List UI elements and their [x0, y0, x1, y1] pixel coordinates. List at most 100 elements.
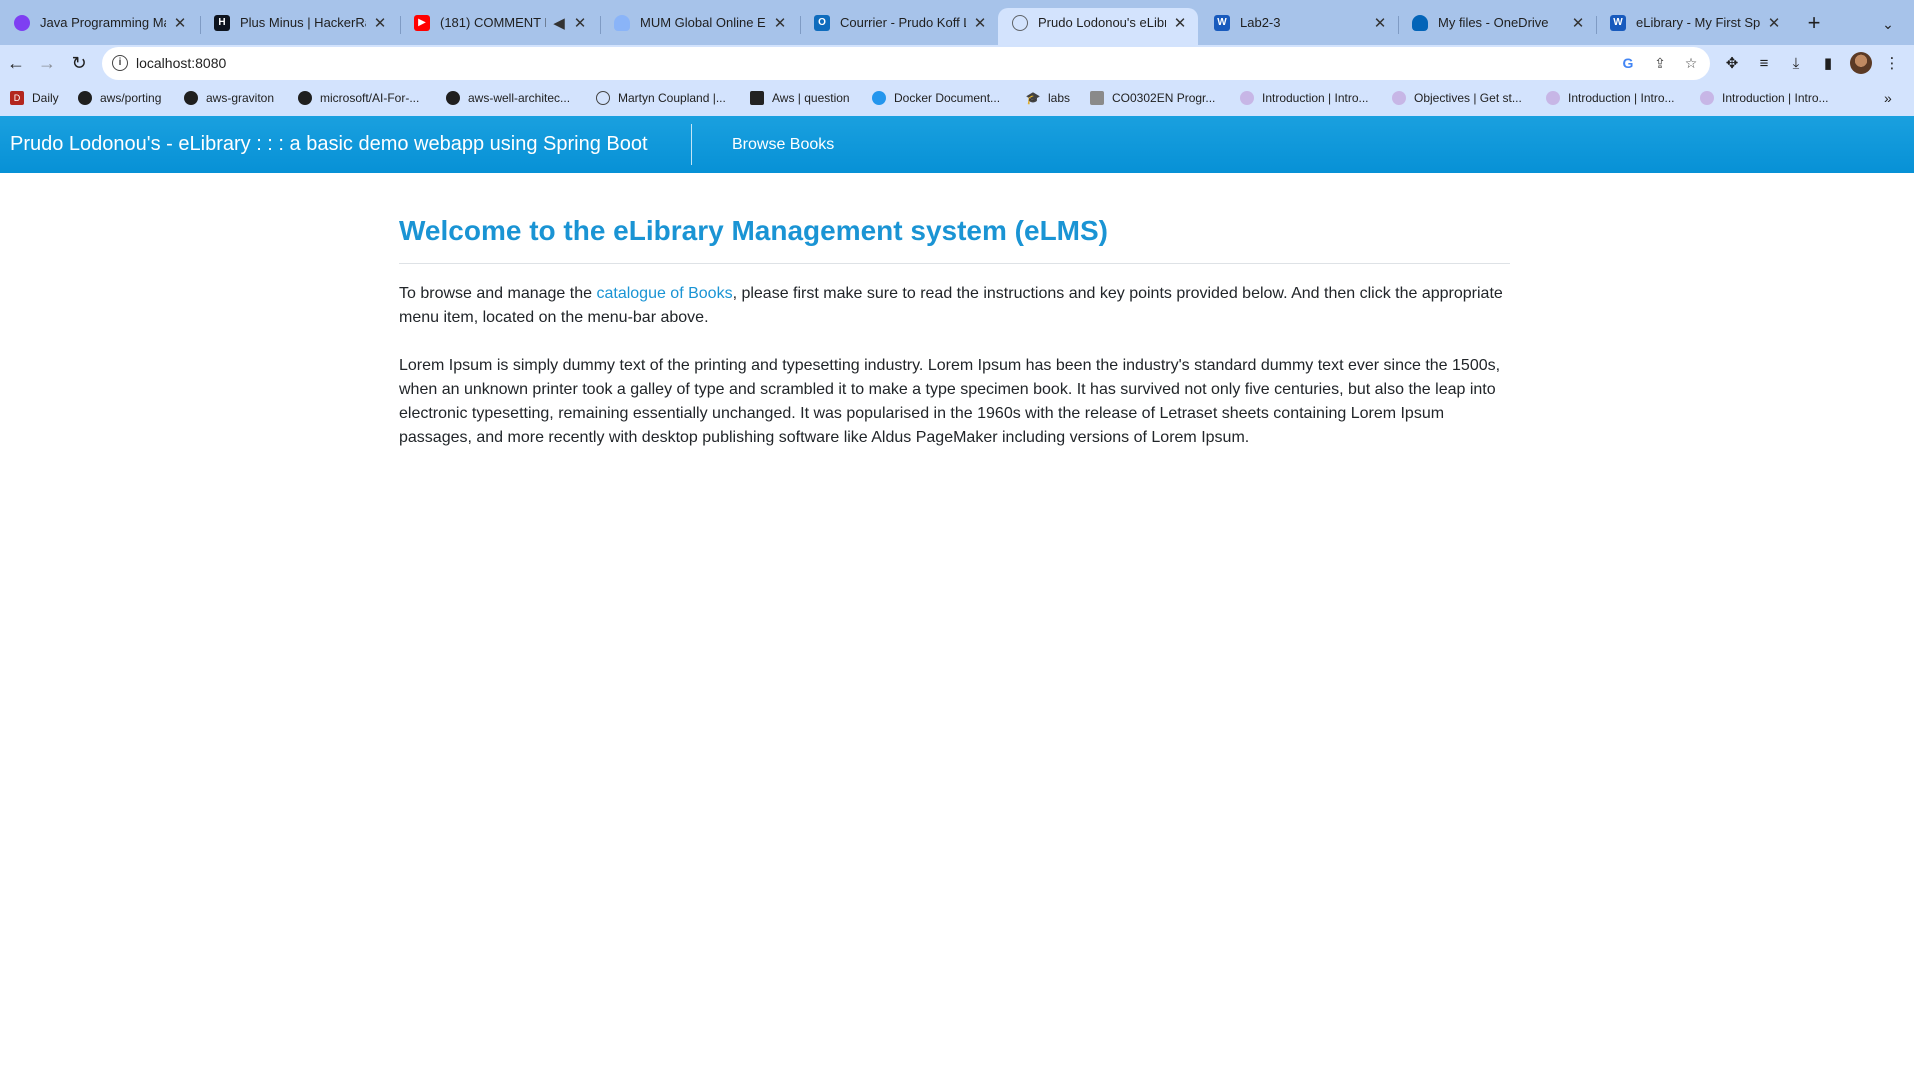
bookmark-label: aws/porting: [100, 91, 162, 105]
tab-title: Java Programming Ma: [40, 15, 166, 30]
site-info-icon[interactable]: i: [112, 55, 128, 71]
bookmark-label: Docker Document...: [894, 91, 1001, 105]
globe-icon: [1012, 14, 1028, 31]
url-text[interactable]: localhost:8080: [136, 55, 226, 71]
side-panel-icon[interactable]: ▮: [1818, 54, 1838, 74]
catalogue-link[interactable]: catalogue of Books: [596, 285, 732, 302]
bookmark-label: microsoft/AI-For-...: [320, 91, 420, 105]
download-icon[interactable]: ⤓: [1786, 54, 1806, 74]
github-icon: [184, 91, 198, 105]
bookmark-item[interactable]: CO0302EN Progr...: [1090, 91, 1215, 105]
close-icon[interactable]: ✕: [1570, 14, 1586, 32]
purple-circle-icon: [14, 14, 30, 31]
bookmark-label: CO0302EN Progr...: [1112, 91, 1216, 105]
onedrive-icon: [1412, 14, 1428, 31]
close-icon[interactable]: ✕: [1766, 14, 1782, 32]
bookmarks-overflow-button[interactable]: »: [1884, 90, 1892, 106]
github-icon: [446, 91, 460, 105]
tab-title: Lab2-3: [1240, 15, 1281, 30]
browser-tab[interactable]: Java Programming Ma ✕: [0, 8, 198, 45]
close-icon[interactable]: ✕: [172, 14, 188, 32]
close-icon[interactable]: ✕: [772, 14, 788, 32]
book-icon: [1090, 91, 1104, 105]
chevron-down-icon[interactable]: ⌄: [1876, 12, 1900, 36]
close-icon[interactable]: ✕: [1172, 14, 1188, 32]
aws-icon: [750, 91, 764, 105]
bookmark-item[interactable]: Introduction | Intro...: [1700, 91, 1829, 105]
brand-link[interactable]: Prudo Lodonou's - eLibrary : : : a basic…: [10, 133, 648, 156]
new-tab-button[interactable]: +: [1800, 10, 1828, 38]
word-icon: W: [1610, 14, 1626, 31]
bookmark-item[interactable]: aws/porting: [78, 91, 161, 105]
bookmark-label: labs: [1048, 91, 1071, 105]
circle-icon: [1240, 91, 1254, 105]
circle-icon: [1392, 91, 1406, 105]
github-icon: [298, 91, 312, 105]
tab-title: (181) COMMENT ÉC: [440, 15, 546, 30]
back-button[interactable]: ←: [2, 49, 30, 77]
browser-tab[interactable]: H Plus Minus | HackerRan ✕: [200, 8, 398, 45]
forward-button[interactable]: →: [33, 49, 61, 77]
avatar[interactable]: [1850, 52, 1872, 74]
main-content: Welcome to the eLibrary Management syste…: [399, 173, 1510, 450]
tab-title: Courrier - Prudo Koff L: [840, 15, 966, 30]
google-icon[interactable]: G: [1619, 54, 1637, 72]
bookmark-item[interactable]: Aws | question: [750, 91, 850, 105]
page-title: Welcome to the eLibrary Management syste…: [399, 215, 1108, 246]
bookmarks-bar: D Daily aws/porting aws-graviton microsof…: [0, 82, 1914, 116]
tab-title: Plus Minus | HackerRan: [240, 15, 366, 30]
bookmark-item[interactable]: microsoft/AI-For-...: [298, 91, 419, 105]
browser-tab[interactable]: My files - OneDrive ✕: [1398, 8, 1596, 45]
bookmark-item[interactable]: aws-well-architec...: [446, 91, 570, 105]
kebab-menu-icon[interactable]: ⋮: [1882, 54, 1902, 74]
browser-tab-active[interactable]: Prudo Lodonou's eLibr ✕: [998, 8, 1198, 45]
tab-title: MUM Global Online Edu: [640, 15, 766, 30]
bookmark-item[interactable]: Introduction | Intro...: [1546, 91, 1675, 105]
outlook-icon: O: [814, 14, 830, 31]
bookmark-label: Introduction | Intro...: [1568, 91, 1675, 105]
bookmark-label: Martyn Coupland |...: [618, 91, 726, 105]
browser-tab[interactable]: O Courrier - Prudo Koff L ✕: [800, 8, 998, 45]
close-icon[interactable]: ✕: [1372, 14, 1388, 32]
browser-tab[interactable]: W eLibrary - My First Spr ✕: [1596, 8, 1792, 45]
tab-title: eLibrary - My First Spr: [1636, 15, 1760, 30]
daily-icon: D: [10, 91, 24, 105]
title-divider: [399, 263, 1510, 264]
share-icon[interactable]: ⇪: [1651, 54, 1669, 72]
speaker-muted-icon[interactable]: ◀: [552, 14, 566, 32]
browser-tab[interactable]: MUM Global Online Edu ✕: [600, 8, 798, 45]
browser-tab[interactable]: ▶ (181) COMMENT ÉC ◀ ✕: [400, 8, 598, 45]
docker-icon: [872, 91, 886, 105]
bookmark-item[interactable]: aws-graviton: [184, 91, 274, 105]
bookmark-label: Introduction | Intro...: [1262, 91, 1369, 105]
browse-books-link[interactable]: Browse Books: [732, 136, 834, 154]
youtube-icon: ▶: [414, 14, 430, 31]
bookmark-label: Objectives | Get st...: [1414, 91, 1522, 105]
bookmark-label: Introduction | Intro...: [1722, 91, 1829, 105]
bookmark-item[interactable]: 🎓 labs: [1026, 91, 1070, 105]
app-navbar: Prudo Lodonou's - eLibrary : : : a basic…: [0, 116, 1914, 173]
bookmark-label: aws-graviton: [206, 91, 275, 105]
globe-icon: [596, 91, 610, 105]
bookmark-item[interactable]: Objectives | Get st...: [1392, 91, 1522, 105]
extensions-icon[interactable]: ✥: [1722, 54, 1742, 74]
bookmark-item[interactable]: Introduction | Intro...: [1240, 91, 1369, 105]
bookmark-star-icon[interactable]: ☆: [1682, 54, 1700, 72]
bookmark-label: Daily: [32, 91, 59, 105]
reload-button[interactable]: ↻: [65, 49, 93, 77]
circle-icon: [1700, 91, 1714, 105]
address-bar[interactable]: i localhost:8080 G ⇪ ☆: [102, 47, 1710, 80]
graduation-cap-icon: 🎓: [1025, 91, 1041, 105]
circle-icon: [1546, 91, 1560, 105]
media-queue-icon[interactable]: ≡: [1754, 54, 1774, 74]
tab-title: Prudo Lodonou's eLibr: [1038, 15, 1166, 30]
browser-tab[interactable]: W Lab2-3 ✕: [1200, 8, 1398, 45]
github-icon: [78, 91, 92, 105]
close-icon[interactable]: ✕: [572, 14, 588, 32]
word-icon: W: [1214, 14, 1230, 31]
bookmark-item[interactable]: Docker Document...: [872, 91, 1000, 105]
bookmark-item[interactable]: D Daily: [10, 91, 59, 105]
close-icon[interactable]: ✕: [972, 14, 988, 32]
bookmark-item[interactable]: Martyn Coupland |...: [596, 91, 726, 105]
close-icon[interactable]: ✕: [372, 14, 388, 32]
